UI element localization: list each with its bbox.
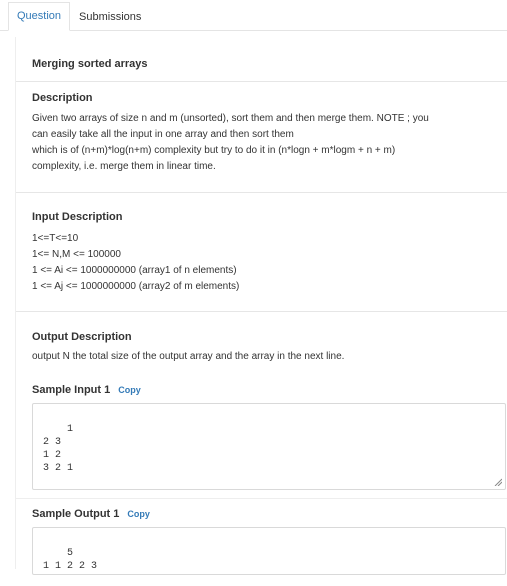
tab-bar: Question Submissions: [0, 0, 507, 31]
problem-title: Merging sorted arrays: [32, 58, 148, 70]
input-description-text: 1<=T<=10 1<= N,M <= 100000 1 <= Ai <= 10…: [32, 233, 240, 292]
sample-input-label: Sample Input 1: [32, 384, 111, 396]
tab-submissions[interactable]: Submissions: [70, 3, 150, 31]
divider: [16, 192, 507, 193]
output-description-text: output N the total size of the output ar…: [32, 351, 345, 362]
sample-output-label: Sample Output 1: [32, 508, 120, 520]
output-description-heading: Output Description: [32, 331, 132, 343]
divider: [16, 81, 507, 82]
input-description-heading: Input Description: [32, 211, 123, 223]
sample-input-value: 1 2 3 1 2 3 2 1: [43, 424, 74, 474]
sample-input-header: Sample Input 1 Copy: [32, 384, 492, 396]
sample-output-value: 5 1 1 2 2 3: [43, 548, 98, 572]
question-panel: Merging sorted arrays Description Given …: [15, 37, 507, 575]
description-heading: Description: [32, 92, 93, 104]
tab-question[interactable]: Question: [8, 2, 71, 31]
copy-sample-output-button[interactable]: Copy: [127, 509, 150, 519]
divider: [16, 311, 507, 312]
resize-handle-icon[interactable]: [494, 478, 502, 486]
sample-output-textarea[interactable]: 5 1 1 2 2 3: [32, 527, 506, 575]
sample-output-header: Sample Output 1 Copy: [32, 508, 492, 520]
copy-sample-input-button[interactable]: Copy: [118, 385, 141, 395]
divider: [16, 498, 507, 499]
sample-input-textarea[interactable]: 1 2 3 1 2 3 2 1: [32, 403, 506, 490]
description-text: Given two arrays of size n and m (unsort…: [32, 113, 429, 172]
